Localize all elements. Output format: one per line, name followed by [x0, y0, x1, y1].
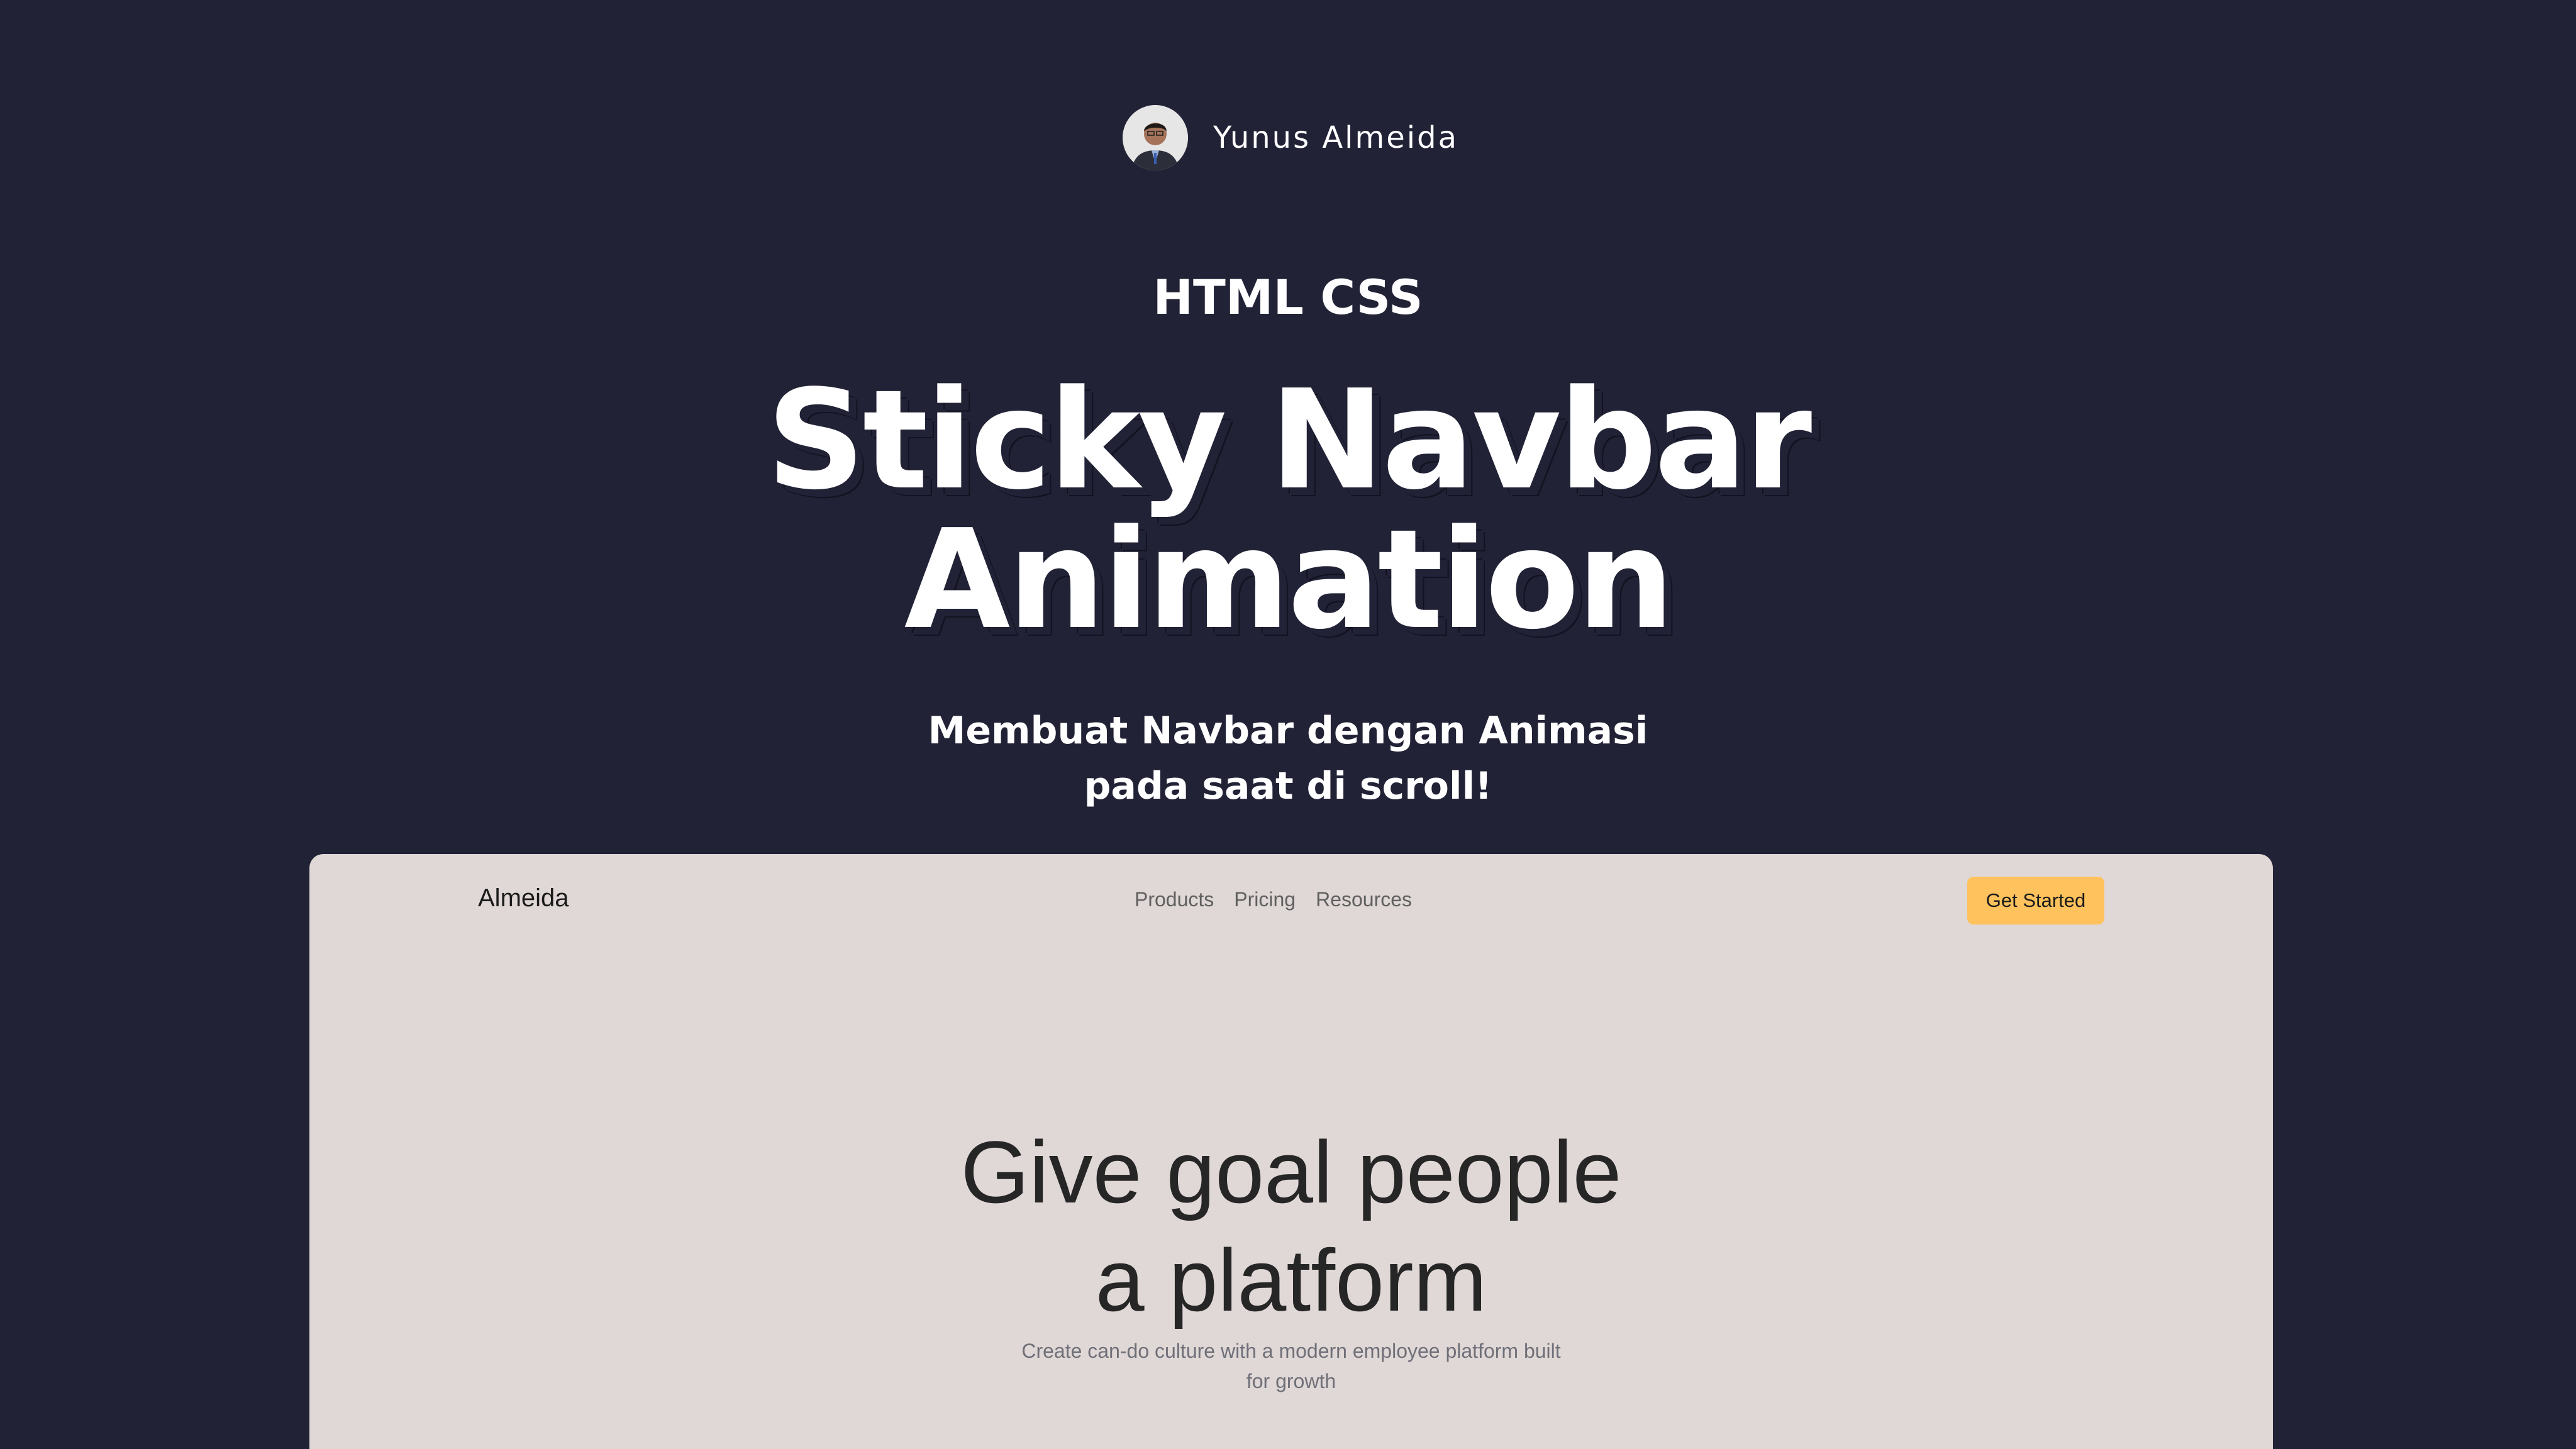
sticky-navbar: Almeida Products Pricing Resources Get S…: [309, 854, 2273, 948]
navbar-brand[interactable]: Almeida: [478, 884, 569, 913]
navbar-links: Products Pricing Resources: [1135, 888, 1412, 911]
demo-preview: Almeida Products Pricing Resources Get S…: [309, 854, 2273, 1449]
preview-hero-title-line-2: a platform: [1095, 1231, 1487, 1330]
page-title: Sticky Navbar Animation: [0, 371, 2576, 650]
page-title-line-2: Animation: [904, 501, 1675, 660]
avatar-photo-icon: [1123, 105, 1188, 170]
page-title-line-1: Sticky Navbar: [766, 361, 1812, 520]
preview-hero-title-line-1: Give goal people: [960, 1123, 1622, 1221]
preview-hero-subtitle: Create can-do culture with a modern empl…: [1021, 1340, 1561, 1392]
nav-link-resources[interactable]: Resources: [1316, 888, 1412, 911]
page: Yunus Almeida HTML CSS Sticky Navbar Ani…: [0, 0, 2576, 1449]
nav-link-products[interactable]: Products: [1135, 888, 1214, 911]
preview-hero-title: Give goal people a platform: [309, 1118, 2273, 1335]
author-name: Yunus Almeida: [1213, 120, 1459, 155]
get-started-button[interactable]: Get Started: [1967, 877, 2104, 924]
topic-kicker: HTML CSS: [1153, 269, 1423, 325]
page-subtitle: Membuat Navbar dengan Animasi pada saat …: [928, 709, 1648, 808]
nav-link-pricing[interactable]: Pricing: [1234, 888, 1296, 911]
author-row: Yunus Almeida: [1123, 105, 1458, 170]
author-avatar: [1123, 105, 1188, 170]
